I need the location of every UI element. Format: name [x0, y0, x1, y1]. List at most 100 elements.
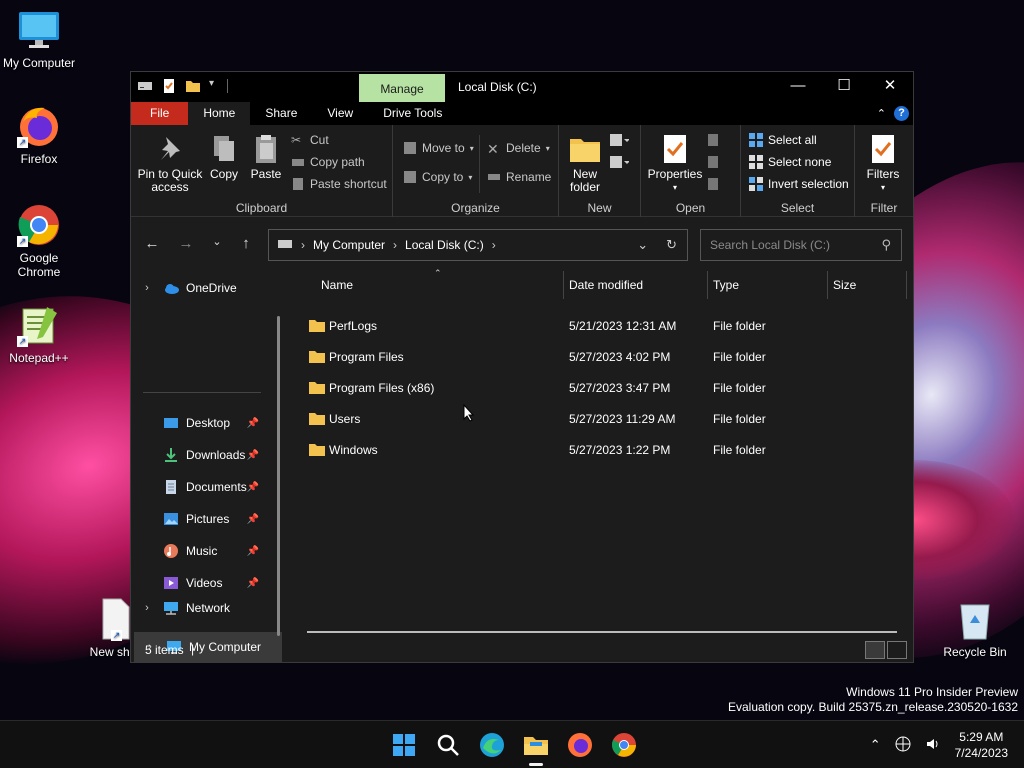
table-row[interactable]: PerfLogs 5/21/2023 12:31 AM File folder [301, 311, 901, 341]
breadcrumb-my-computer[interactable]: My Computer [313, 238, 385, 252]
nav-item-pictures[interactable]: Pictures 📌 [131, 504, 279, 534]
file-explorer-icon[interactable] [520, 729, 552, 766]
paste-shortcut-button[interactable]: Paste shortcut [291, 177, 387, 191]
desktop-icon-google-chrome[interactable]: ↗ Google Chrome [0, 203, 78, 279]
column-header-type[interactable]: Type [713, 271, 739, 299]
nav-scrollbar[interactable] [277, 316, 280, 636]
edge-icon[interactable] [476, 729, 508, 761]
new-folder-button[interactable]: New folder [565, 129, 605, 194]
refresh-icon[interactable]: ↻ [666, 237, 677, 253]
table-row[interactable]: Program Files 5/27/2023 4:02 PM File fol… [301, 342, 901, 372]
column-separator[interactable] [827, 271, 828, 299]
chrome-icon: ↗ [17, 203, 61, 247]
tab-drive-tools[interactable]: Drive Tools [368, 102, 457, 125]
copy-path-icon [291, 155, 305, 169]
open-button[interactable] [707, 133, 727, 150]
desktop-icon-my-computer[interactable]: My Computer [0, 8, 78, 70]
address-bar[interactable]: › My Computer › Local Disk (C:) › ⌄ ↻ [268, 229, 688, 261]
tab-view[interactable]: View [312, 102, 368, 125]
copy-path-button[interactable]: Copy path [291, 155, 365, 169]
show-hidden-icons-chevron-icon[interactable]: ⌃ [870, 737, 881, 753]
properties-qat-icon[interactable] [161, 78, 177, 94]
move-to-button[interactable]: Move to ▾ [403, 141, 474, 155]
desktop-icon-firefox[interactable]: ↗ Firefox [0, 104, 78, 166]
chrome-icon[interactable] [608, 729, 640, 761]
invert-selection-button[interactable]: Invert selection [749, 177, 849, 191]
column-header-date-modified[interactable]: Date modified [569, 271, 643, 299]
column-separator[interactable] [906, 271, 907, 299]
copy-to-button[interactable]: Copy to ▾ [403, 170, 472, 184]
firefox-icon[interactable] [564, 729, 596, 761]
easy-access-button[interactable] [609, 155, 630, 174]
title-bar: ▾ Manage Local Disk (C:) — ☐ ✕ [131, 72, 913, 102]
column-separator[interactable] [707, 271, 708, 299]
table-row[interactable]: Program Files (x86) 5/27/2023 3:47 PM Fi… [301, 373, 901, 403]
minimize-button[interactable]: — [775, 72, 821, 102]
customize-qat-icon[interactable]: ▾ [209, 78, 219, 94]
globe-icon[interactable] [895, 736, 911, 755]
rename-icon [487, 170, 501, 184]
back-arrow-icon[interactable]: ← [142, 235, 162, 252]
navigation-pane: › OneDrive Desktop 📌 Downloads 📌 Documen… [131, 271, 282, 662]
nav-item-onedrive[interactable]: › OneDrive [131, 273, 279, 303]
recent-locations-chevron-icon[interactable]: ⌄ [207, 235, 227, 248]
filters-button[interactable]: Filters ▾ [861, 129, 905, 194]
close-button[interactable]: ✕ [867, 72, 913, 102]
paste-button[interactable]: Paste [249, 129, 283, 181]
expand-chevron-icon[interactable]: › [131, 602, 163, 614]
drive-icon[interactable] [137, 78, 153, 94]
address-history-chevron-icon[interactable]: ⌄ [637, 237, 648, 253]
desktop-icon-recycle-bin[interactable]: Recycle Bin [936, 597, 1014, 659]
column-header-name[interactable]: Name [321, 271, 353, 299]
maximize-button[interactable]: ☐ [821, 72, 867, 102]
nav-item-desktop[interactable]: Desktop 📌 [131, 408, 279, 438]
qat-divider [227, 79, 228, 93]
nav-item-documents[interactable]: Documents 📌 [131, 472, 279, 502]
nav-item-network[interactable]: › Network [131, 593, 279, 623]
column-header-size[interactable]: Size [833, 271, 856, 299]
horizontal-scrollbar[interactable] [307, 631, 897, 633]
pin-to-quick-access-button[interactable]: Pin to Quick access [137, 129, 203, 194]
breadcrumb-local-disk[interactable]: Local Disk (C:) [405, 238, 484, 252]
forward-arrow-icon[interactable]: → [176, 235, 196, 252]
new-folder-qat-icon[interactable] [185, 78, 201, 94]
select-all-label: Select all [768, 133, 817, 147]
desktop-icon-notepad-plus-plus[interactable]: ↗ Notepad++ [0, 303, 78, 365]
delete-button[interactable]: ✕ Delete ▾ [487, 141, 550, 157]
edit-button[interactable] [707, 155, 727, 172]
select-all-button[interactable]: Select all [749, 133, 817, 147]
clock[interactable]: 5:29 AM 7/24/2023 [955, 729, 1008, 761]
table-row[interactable]: Users 5/27/2023 11:29 AM File folder [301, 404, 901, 434]
paste-label: Paste [250, 167, 282, 181]
tab-file[interactable]: File [131, 102, 189, 125]
rename-button[interactable]: Rename [487, 170, 551, 184]
copy-icon [208, 133, 240, 165]
column-separator[interactable] [563, 271, 564, 299]
new-item-button[interactable] [609, 133, 630, 152]
tab-manage[interactable]: Manage [359, 74, 445, 102]
start-icon[interactable] [388, 729, 420, 761]
filters-icon [867, 133, 899, 165]
select-none-button[interactable]: Select none [749, 155, 831, 169]
large-icons-view-icon[interactable] [887, 641, 907, 659]
search-placeholder: Search Local Disk (C:) [710, 238, 831, 252]
up-arrow-icon[interactable]: ↑ [236, 235, 256, 252]
paste-icon [250, 133, 282, 165]
file-name: PerfLogs [329, 319, 378, 333]
help-icon[interactable]: ? [894, 106, 909, 121]
history-button[interactable] [707, 177, 727, 194]
search-box[interactable]: Search Local Disk (C:) ⚲ [700, 229, 902, 261]
tab-share[interactable]: Share [250, 102, 312, 125]
properties-button[interactable]: Properties ▾ [647, 129, 703, 194]
expand-chevron-icon[interactable]: › [131, 282, 163, 294]
nav-item-downloads[interactable]: Downloads 📌 [131, 440, 279, 470]
tab-home[interactable]: Home [188, 102, 251, 125]
search-icon[interactable] [432, 729, 464, 761]
nav-item-music[interactable]: Music 📌 [131, 536, 279, 566]
volume-icon[interactable] [925, 736, 941, 755]
cut-button[interactable]: ✂ Cut [291, 133, 329, 147]
collapse-ribbon-icon[interactable]: ⌃ [877, 107, 886, 120]
copy-button[interactable]: Copy [207, 129, 241, 181]
table-row[interactable]: Windows 5/27/2023 1:22 PM File folder [301, 435, 901, 465]
details-view-icon[interactable] [865, 641, 885, 659]
